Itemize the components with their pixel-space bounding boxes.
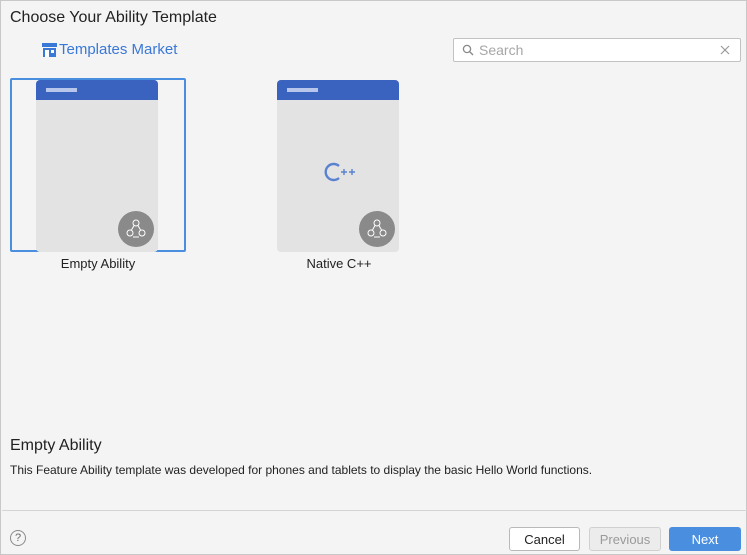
help-icon[interactable]: ? <box>10 530 26 546</box>
template-tile-native-cpp[interactable]: Native C++ <box>251 78 427 271</box>
description-title: Empty Ability <box>10 437 102 454</box>
templates-market-link[interactable]: Templates Market <box>41 41 177 58</box>
card-header-bar <box>287 88 318 92</box>
harmony-share-icon <box>118 211 154 247</box>
card-header-bar <box>46 88 77 92</box>
search-icon <box>462 44 474 56</box>
footer-divider <box>2 510 747 511</box>
template-label: Empty Ability <box>60 256 136 271</box>
card-header <box>277 80 399 100</box>
card-header <box>36 80 158 100</box>
next-button[interactable]: Next <box>669 527 741 551</box>
cancel-button[interactable]: Cancel <box>509 527 580 551</box>
templates-market-label: Templates Market <box>59 41 178 58</box>
dialog-title: Choose Your Ability Template <box>10 9 217 26</box>
clear-icon[interactable] <box>720 45 730 55</box>
dialog-window: Choose Your Ability Template Templates M… <box>0 0 747 555</box>
harmony-share-icon <box>359 211 395 247</box>
search-input[interactable] <box>479 42 709 58</box>
template-preview-card <box>277 80 399 252</box>
template-preview-card <box>36 80 158 252</box>
template-label: Native C++ <box>306 256 372 271</box>
search-box <box>453 38 741 62</box>
store-icon <box>42 42 57 57</box>
previous-button[interactable]: Previous <box>589 527 661 551</box>
description-text: This Feature Ability template was develo… <box>10 463 593 477</box>
cpp-icon <box>324 162 355 182</box>
template-tile-empty-ability[interactable]: Empty Ability <box>10 78 186 271</box>
